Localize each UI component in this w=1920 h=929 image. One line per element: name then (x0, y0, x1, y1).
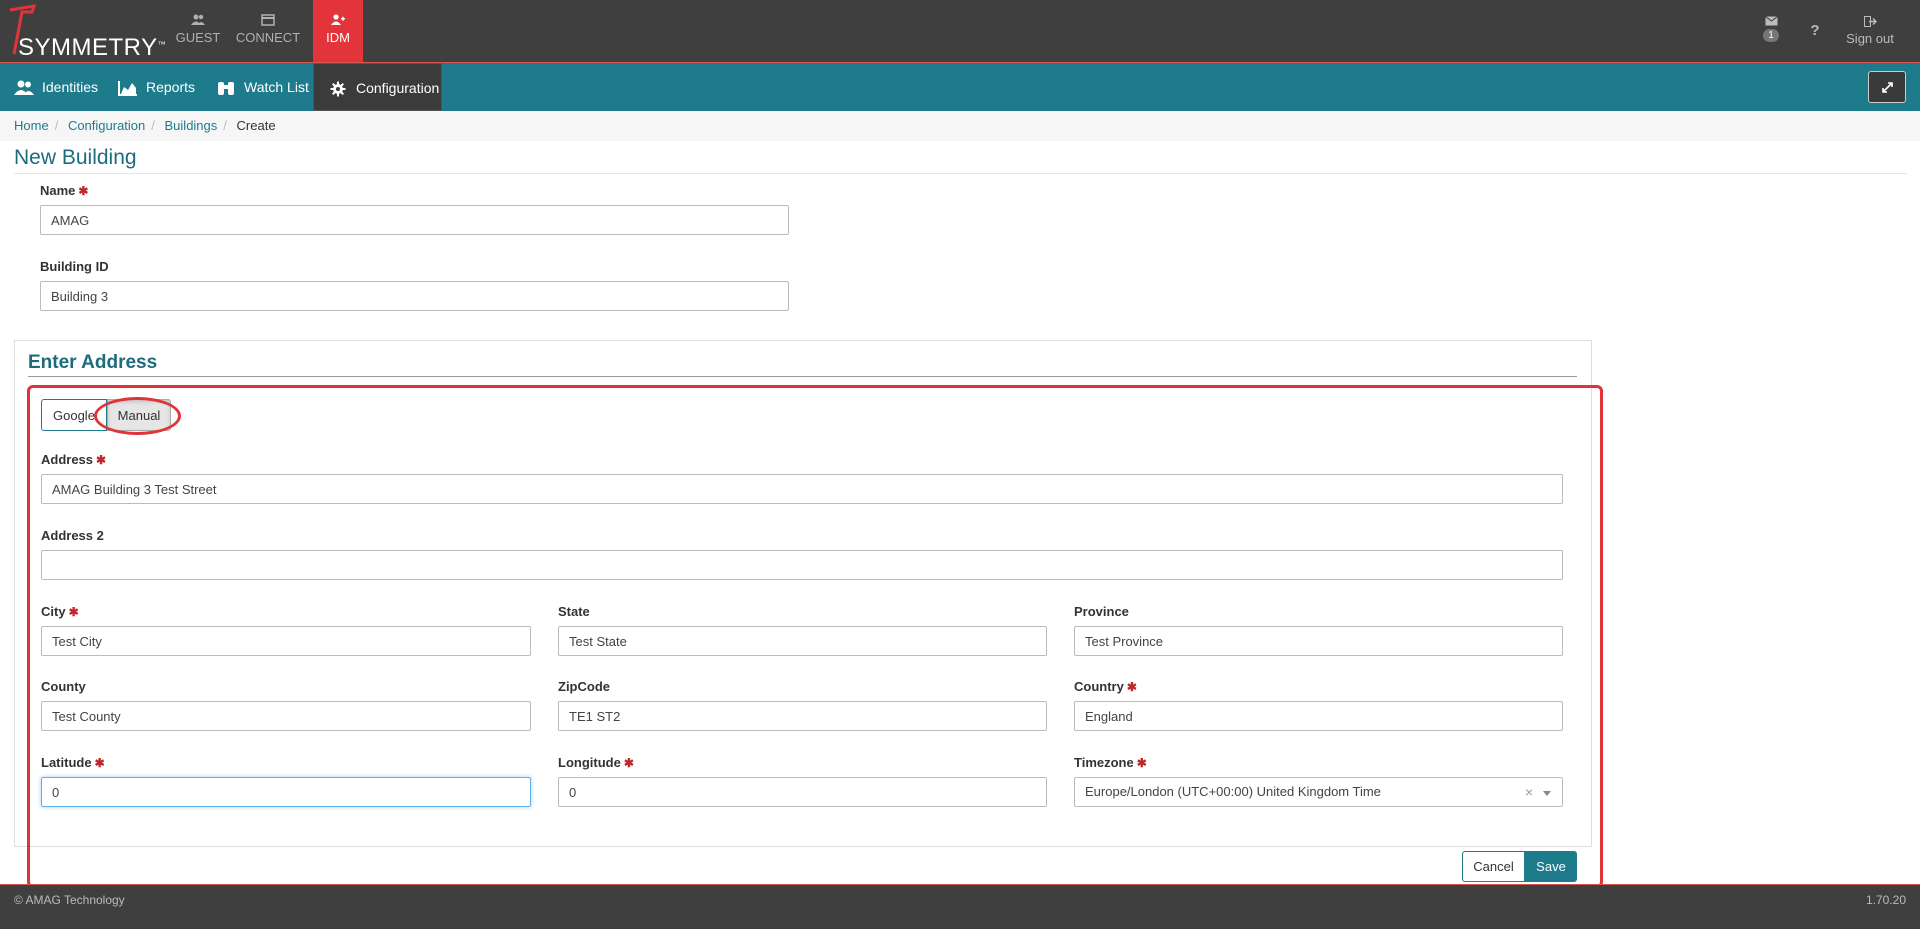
symmetry-logo[interactable]: SYMMETRY™ (6, 4, 166, 61)
sign-out-button[interactable]: Sign out (1840, 0, 1900, 62)
address-panel-divider (28, 376, 1577, 377)
app-tab-label: CONNECT (235, 30, 301, 45)
save-button[interactable]: Save (1525, 851, 1577, 882)
nav-reports[interactable]: Reports (104, 63, 204, 111)
app-tab-connect[interactable]: CONNECT (232, 0, 304, 62)
brand-name: SYMMETRY (18, 34, 158, 61)
help-icon: ? (1810, 22, 1820, 39)
timezone-value: Europe/London (UTC+00:00) United Kingdom… (1085, 784, 1381, 799)
required-asterisk-icon: ✱ (78, 184, 89, 198)
main-nav: Identities Reports Watch List Configurat… (0, 62, 1920, 111)
state-label: State (558, 604, 590, 619)
nav-watch-list[interactable]: Watch List (202, 63, 312, 111)
name-input[interactable] (40, 205, 789, 235)
expand-icon (1882, 82, 1893, 93)
app-tab-label: IDM (326, 30, 350, 45)
users-icon (14, 80, 34, 96)
latitude-input[interactable] (41, 777, 531, 807)
footer: © AMAG Technology 1.70.20 (0, 884, 1920, 929)
building-id-input[interactable] (40, 281, 789, 311)
required-asterisk-icon: ✱ (1136, 756, 1147, 770)
brand-tm: ™ (157, 40, 167, 49)
users-icon (191, 14, 205, 25)
title-divider (14, 173, 1907, 174)
state-input[interactable] (558, 626, 1047, 656)
name-label: Name ✱ (40, 183, 89, 198)
city-input[interactable] (41, 626, 531, 656)
page-title: New Building (14, 146, 137, 169)
clear-selection-icon[interactable]: × (1525, 784, 1533, 800)
manual-mode-button[interactable]: Manual (107, 399, 171, 431)
province-label: Province (1074, 604, 1129, 619)
required-asterisk-icon: ✱ (96, 453, 107, 467)
nav-configuration[interactable]: Configuration (313, 63, 442, 111)
address2-label: Address 2 (41, 528, 104, 543)
breadcrumb-home[interactable]: Home (14, 118, 49, 133)
mail-button[interactable]: 1 (1756, 0, 1786, 62)
nav-identities[interactable]: Identities (0, 63, 108, 111)
zipcode-input[interactable] (558, 701, 1047, 731)
longitude-input[interactable] (558, 777, 1047, 807)
longitude-label: Longitude ✱ (558, 755, 634, 770)
envelope-icon (1764, 16, 1778, 26)
timezone-select[interactable]: Europe/London (UTC+00:00) United Kingdom… (1074, 777, 1563, 807)
province-input[interactable] (1074, 626, 1563, 656)
address-panel (14, 340, 1592, 847)
county-input[interactable] (41, 701, 531, 731)
footer-copyright: © AMAG Technology (14, 893, 125, 907)
county-label: County (41, 679, 86, 694)
google-mode-button[interactable]: Google (41, 399, 107, 431)
app-tab-idm[interactable]: IDM (313, 0, 363, 62)
mail-count-badge: 1 (1763, 29, 1779, 42)
zipcode-label: ZipCode (558, 679, 610, 694)
country-input[interactable] (1074, 701, 1563, 731)
nav-label: Watch List (244, 79, 309, 95)
required-asterisk-icon: ✱ (1126, 680, 1137, 694)
add-user-icon (331, 14, 345, 25)
country-label: Country ✱ (1074, 679, 1137, 694)
app-tab-guest[interactable]: GUEST (168, 0, 228, 62)
breadcrumb-current: Create (236, 118, 276, 133)
gear-icon (330, 81, 346, 97)
timezone-label: Timezone ✱ (1074, 755, 1147, 770)
required-asterisk-icon: ✱ (94, 756, 105, 770)
top-bar: SYMMETRY™ GUEST CONNECT IDM 1 ? Sign out (0, 0, 1920, 62)
latitude-label: Latitude ✱ (41, 755, 105, 770)
address2-input[interactable] (41, 550, 1563, 580)
nav-label: Reports (146, 79, 196, 95)
building-id-label: Building ID (40, 259, 109, 274)
binoculars-icon (218, 82, 234, 96)
card-icon (261, 14, 275, 26)
required-asterisk-icon: ✱ (623, 756, 634, 770)
breadcrumb: Home / Configuration / Buildings / Create (0, 111, 1920, 141)
footer-version: 1.70.20 (1865, 893, 1906, 907)
address-label: Address ✱ (41, 452, 107, 467)
city-label: City ✱ (41, 604, 79, 619)
cancel-button[interactable]: Cancel (1462, 851, 1525, 882)
required-asterisk-icon: ✱ (68, 605, 79, 619)
address-input[interactable] (41, 474, 1563, 504)
sign-out-label: Sign out (1846, 31, 1894, 46)
breadcrumb-buildings[interactable]: Buildings (165, 118, 218, 133)
help-button[interactable]: ? (1804, 0, 1826, 62)
area-chart-icon (118, 81, 137, 97)
nav-label: Identities (42, 79, 99, 95)
fullscreen-button[interactable] (1868, 71, 1906, 103)
app-tab-label: GUEST (175, 30, 221, 45)
breadcrumb-configuration[interactable]: Configuration (68, 118, 145, 133)
chevron-down-icon[interactable] (1543, 791, 1551, 796)
sign-out-icon (1863, 16, 1877, 27)
nav-label: Configuration (356, 80, 440, 96)
address-panel-title: Enter Address (28, 352, 158, 373)
